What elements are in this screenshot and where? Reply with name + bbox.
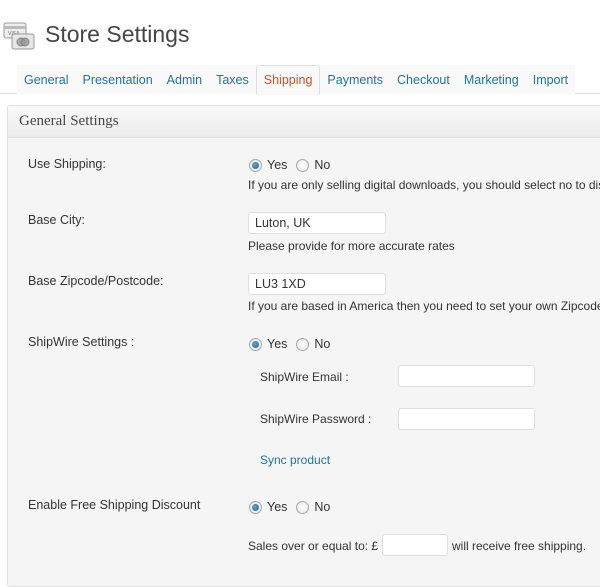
panel-title: General Settings [8,106,600,138]
tab-shipping[interactable]: Shipping [255,65,321,95]
free-shipping-prefix: Sales over or equal to: £ [248,539,379,553]
shipwire-yes-label[interactable]: Yes [267,337,287,351]
free-shipping-radio-group: Yes No [249,500,339,514]
tab-import[interactable]: Import [526,66,575,94]
base-zip-input[interactable] [248,273,386,295]
tab-general[interactable]: General [17,66,75,94]
shipwire-settings-label: ShipWire Settings : [28,335,135,349]
use-shipping-no-label[interactable]: No [314,158,330,172]
use-shipping-yes-radio[interactable] [249,158,262,172]
tab-taxes[interactable]: Taxes [209,66,256,94]
shipwire-email-label: ShipWire Email : [260,370,349,384]
free-shipping-threshold-input[interactable] [382,534,448,556]
free-shipping-no-label[interactable]: No [314,500,330,514]
tab-payments[interactable]: Payments [320,66,390,94]
tab-checkout[interactable]: Checkout [390,66,457,94]
tab-presentation[interactable]: Presentation [75,66,159,94]
use-shipping-radio-group: Yes No [249,158,339,172]
use-shipping-label: Use Shipping: [28,157,106,171]
shipwire-email-input[interactable] [398,365,535,387]
base-zip-help: If you are based in America then you nee… [248,299,600,313]
shipwire-yes-radio[interactable] [249,337,262,351]
settings-tabs: General Presentation Admin Taxes Shippin… [17,65,576,95]
tab-admin[interactable]: Admin [160,66,209,94]
use-shipping-yes-label[interactable]: Yes [267,158,287,172]
free-shipping-label: Enable Free Shipping Discount [28,498,201,512]
shipwire-no-radio[interactable] [296,337,310,351]
shipwire-password-label: ShipWire Password : [260,412,372,426]
free-shipping-yes-radio[interactable] [249,500,262,514]
base-city-label: Base City: [28,213,85,227]
shipwire-no-label[interactable]: No [314,337,330,351]
base-city-help: Please provide for more accurate rates [248,239,455,253]
shipwire-password-input[interactable] [398,408,535,430]
base-zip-label: Base Zipcode/Postcode: [28,274,164,288]
page-title: Store Settings [45,21,190,48]
credit-cards-icon: VISA [3,22,35,52]
free-shipping-no-radio[interactable] [296,500,310,514]
shipwire-radio-group: Yes No [249,337,339,351]
base-city-input[interactable] [248,212,386,234]
free-shipping-suffix: will receive free shipping. [452,539,587,553]
tab-marketing[interactable]: Marketing [457,66,526,94]
free-shipping-yes-label[interactable]: Yes [267,500,287,514]
sync-product-link[interactable]: Sync product [260,453,330,467]
use-shipping-no-radio[interactable] [296,158,310,172]
use-shipping-help: If you are only selling digital download… [248,178,600,192]
